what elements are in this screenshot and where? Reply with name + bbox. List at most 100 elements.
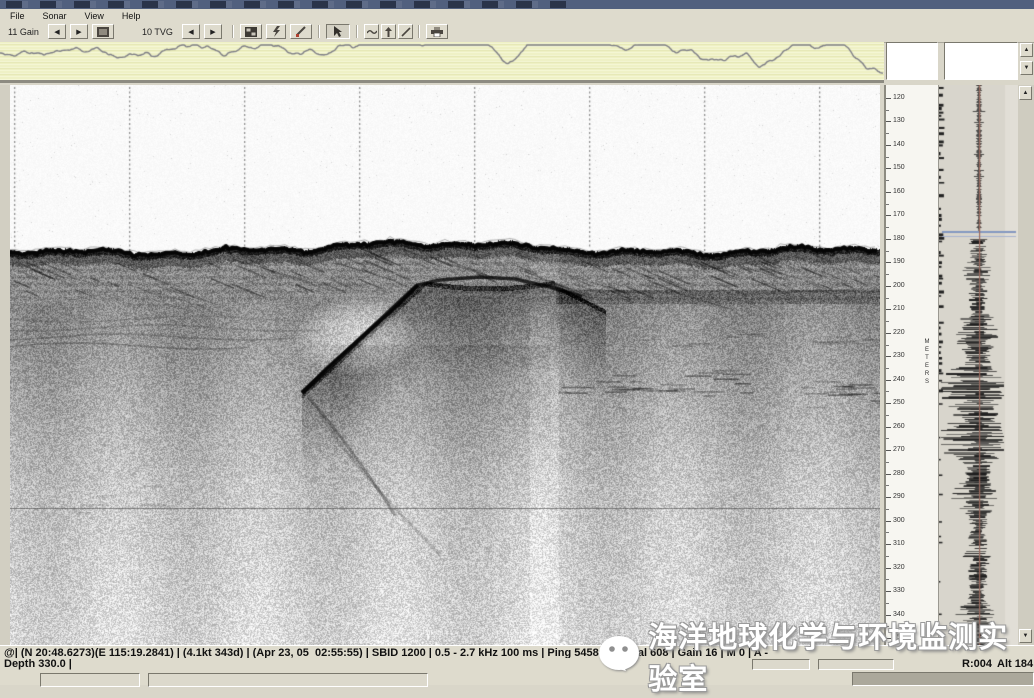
right-arrow-icon: ▶ xyxy=(76,28,81,36)
depth-minor-tick xyxy=(886,509,889,510)
depth-tick xyxy=(886,403,891,404)
toolbar: 11 Gain ◀ ▶ 10 TVG ◀ ▶ xyxy=(0,22,1034,43)
depth-minor-tick xyxy=(886,438,889,439)
depth-tick-label: 320 xyxy=(893,564,905,571)
depth-minor-tick xyxy=(886,298,889,299)
up-button[interactable] xyxy=(381,24,396,39)
pencil-icon xyxy=(401,27,411,37)
toolbar-separator xyxy=(356,25,358,38)
spin-up-button[interactable]: ▲ xyxy=(1020,43,1033,57)
left-arrow-icon: ◀ xyxy=(54,28,59,36)
spin-down-button[interactable]: ▼ xyxy=(1020,61,1033,75)
depth-tick-label: 210 xyxy=(893,305,905,312)
depth-tick xyxy=(886,168,891,169)
depth-minor-tick xyxy=(886,603,889,604)
depth-tick-label: 180 xyxy=(893,235,905,242)
gain-increase-button[interactable]: ▶ xyxy=(70,24,88,39)
depth-tick xyxy=(886,356,891,357)
depth-tick xyxy=(886,333,891,334)
depth-tick xyxy=(886,145,891,146)
menu-bar: File Sonar View Help xyxy=(0,9,1034,22)
down-triangle-icon: ▼ xyxy=(1024,65,1030,71)
depth-minor-tick xyxy=(886,204,889,205)
echo-strength-trace xyxy=(0,42,884,80)
depth-tick-label: 280 xyxy=(893,470,905,477)
depth-minor-tick xyxy=(886,626,889,627)
film-button[interactable] xyxy=(240,24,262,39)
depth-tick-label: 260 xyxy=(893,423,905,430)
depth-tick xyxy=(886,568,891,569)
depth-tick xyxy=(886,262,891,263)
depth-tick-label: 250 xyxy=(893,399,905,406)
depth-tick xyxy=(886,239,891,240)
depth-tick-label: 120 xyxy=(893,94,905,101)
ascan-signal-panel xyxy=(938,85,1019,645)
down-triangle-icon: ▼ xyxy=(1023,633,1029,639)
depth-tick xyxy=(886,192,891,193)
pen-button[interactable] xyxy=(290,24,312,39)
menu-file[interactable]: File xyxy=(8,11,27,21)
depth-tick-label: 150 xyxy=(893,164,905,171)
depth-tick-label: 330 xyxy=(893,587,905,594)
menu-view[interactable]: View xyxy=(83,11,106,21)
depth-minor-tick xyxy=(886,251,889,252)
depth-minor-tick xyxy=(886,157,889,158)
print-button[interactable] xyxy=(426,24,448,39)
tvg-increase-button[interactable]: ▶ xyxy=(204,24,222,39)
depth-tick-label: 190 xyxy=(893,258,905,265)
side-box-wide xyxy=(944,42,1018,80)
depth-tick-label: 130 xyxy=(893,117,905,124)
up-triangle-icon: ▲ xyxy=(1024,47,1030,53)
wave-button[interactable] xyxy=(364,24,379,39)
side-box-small xyxy=(886,42,938,80)
depth-tick xyxy=(886,638,891,639)
scroll-down-button[interactable]: ▼ xyxy=(1019,629,1032,643)
window-titlebar xyxy=(0,0,1034,9)
depth-minor-tick xyxy=(886,579,889,580)
depth-tick xyxy=(886,380,891,381)
image-icon xyxy=(97,27,109,37)
depth-tick-label: 340 xyxy=(893,611,905,618)
altitude-readout: Alt 184 xyxy=(997,658,1033,670)
echo-strength-strip xyxy=(0,42,884,83)
menu-sonar[interactable]: Sonar xyxy=(41,11,69,21)
left-arrow-icon: ◀ xyxy=(188,28,193,36)
pen-icon xyxy=(295,26,307,37)
depth-tick xyxy=(886,521,891,522)
depth-tick xyxy=(886,450,891,451)
depth-tick-label: 230 xyxy=(893,352,905,359)
pencil-button[interactable] xyxy=(398,24,413,39)
depth-minor-tick xyxy=(886,321,889,322)
wave-icon xyxy=(367,29,377,35)
image-button[interactable] xyxy=(92,24,114,39)
status-cell xyxy=(818,659,894,670)
depth-minor-tick xyxy=(886,133,889,134)
cursor-button[interactable] xyxy=(326,24,350,39)
status-line-1: @| (N 20:48.6273)(E 115:19.2841) | (4.1k… xyxy=(0,645,1034,658)
depth-tick xyxy=(886,497,891,498)
menu-help[interactable]: Help xyxy=(120,11,143,21)
depth-minor-tick xyxy=(886,227,889,228)
depth-tick-label: 220 xyxy=(893,329,905,336)
printer-icon xyxy=(431,27,443,37)
depth-readout: Depth 330.0 | xyxy=(4,658,72,670)
depth-tick xyxy=(886,544,891,545)
tvg-decrease-button[interactable]: ◀ xyxy=(182,24,200,39)
sonar-profile-display[interactable] xyxy=(10,85,880,645)
film-icon xyxy=(245,27,257,37)
depth-tick xyxy=(886,286,891,287)
status-cell xyxy=(752,659,810,670)
scrollbar-track[interactable]: ▲ ▼ xyxy=(1018,85,1034,645)
depth-tick xyxy=(886,309,891,310)
depth-tick xyxy=(886,427,891,428)
scroll-up-button[interactable]: ▲ xyxy=(1019,86,1032,100)
depth-minor-tick xyxy=(886,110,889,111)
flash-button[interactable] xyxy=(266,24,286,39)
depth-minor-tick xyxy=(886,391,889,392)
depth-tick-label: 270 xyxy=(893,446,905,453)
tvg-label: 10 TVG xyxy=(142,27,173,37)
depth-tick-label: 300 xyxy=(893,517,905,524)
gain-decrease-button[interactable]: ◀ xyxy=(48,24,66,39)
depth-minor-tick xyxy=(886,556,889,557)
depth-minor-tick xyxy=(886,345,889,346)
